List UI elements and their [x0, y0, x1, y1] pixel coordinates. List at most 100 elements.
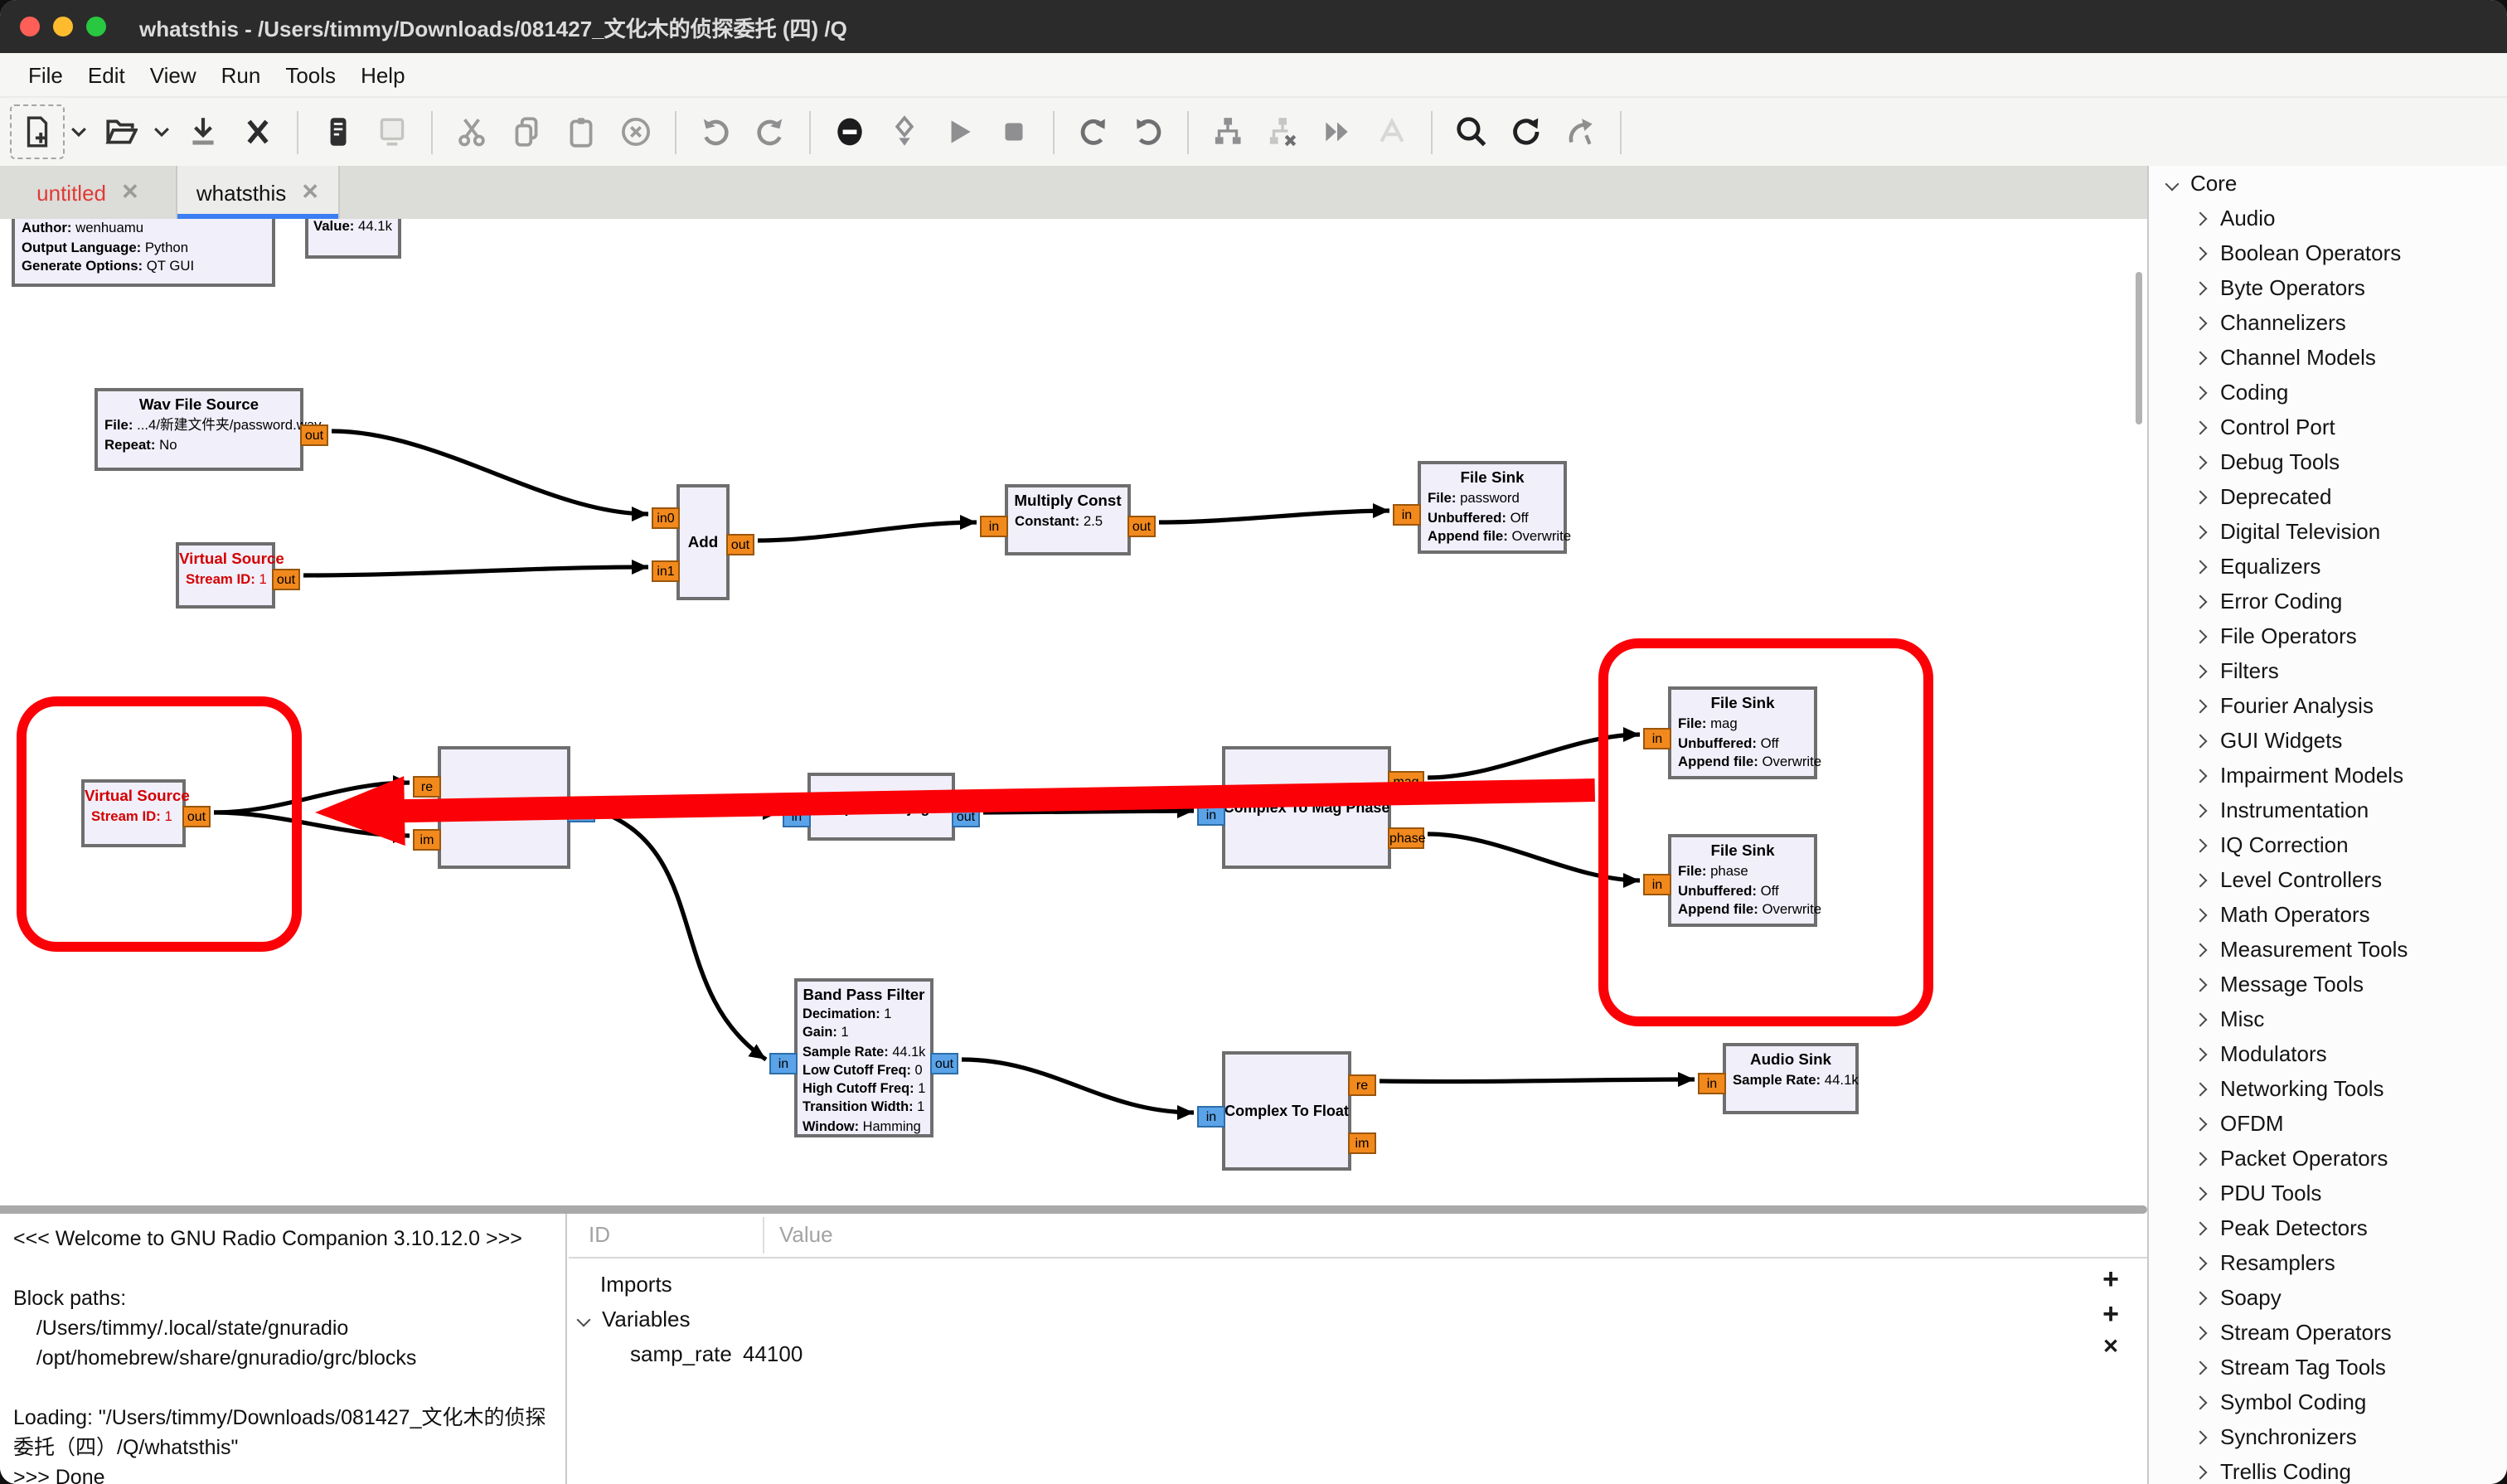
row-imports[interactable]: Imports	[600, 1267, 672, 1302]
menu-edit[interactable]: Edit	[88, 62, 125, 87]
undo-button[interactable]	[688, 104, 743, 159]
sidebar-item[interactable]: Trellis Coding	[2149, 1454, 2507, 1484]
port-in[interactable]: in	[1393, 504, 1421, 526]
chevron-down-icon[interactable]	[577, 1312, 591, 1326]
paste-button[interactable]	[554, 104, 609, 159]
block-band-pass-filter[interactable]: Band Pass Filter Decimation: 1Gain: 1Sam…	[794, 978, 933, 1137]
port-out[interactable]: out	[726, 534, 754, 555]
flowgraph-canvas[interactable]: Author: wenhuamuOutput Language: PythonG…	[0, 219, 2147, 1205]
close-window-button[interactable]	[20, 17, 40, 36]
sidebar-item[interactable]: OFDM	[2149, 1106, 2507, 1141]
screen-capture-button[interactable]	[365, 104, 419, 159]
sidebar-item[interactable]: Channelizers	[2149, 305, 2507, 340]
auto-arrange-button[interactable]	[1365, 104, 1419, 159]
sidebar-item[interactable]: Equalizers	[2149, 549, 2507, 584]
port-phase[interactable]: phase	[1388, 827, 1424, 849]
sidebar-item[interactable]: Boolean Operators	[2149, 235, 2507, 270]
add-import-button[interactable]: +	[2096, 1263, 2126, 1297]
block-virtual-source-1[interactable]: Virtual Source Stream ID: 1 out	[176, 542, 275, 609]
tab-untitled[interactable]: untitled ✕	[0, 166, 177, 219]
redo-button[interactable]	[743, 104, 798, 159]
block-complex-to-float[interactable]: Complex To Float in re im	[1222, 1051, 1351, 1171]
remove-variable-button[interactable]: ✕	[2096, 1335, 2126, 1358]
row-samp-rate[interactable]: samp_rate 44100	[630, 1336, 732, 1371]
save-flowgraph-button[interactable]	[176, 104, 230, 159]
open-flowgraph-button[interactable]	[93, 104, 148, 159]
sidebar-item[interactable]: Message Tools	[2149, 967, 2507, 1001]
rotate-ccw-button[interactable]	[1066, 104, 1121, 159]
port-in[interactable]: in	[1197, 1106, 1225, 1128]
menu-view[interactable]: View	[150, 62, 196, 87]
zoom-window-button[interactable]	[86, 17, 106, 36]
sidebar-item[interactable]: PDU Tools	[2149, 1176, 2507, 1210]
port-out[interactable]: out	[272, 569, 300, 590]
delete-button[interactable]	[609, 104, 663, 159]
sidebar-item[interactable]: Soapy	[2149, 1280, 2507, 1315]
tab-whatsthis[interactable]: whatsthis ✕	[177, 166, 340, 219]
close-flowgraph-button[interactable]	[230, 104, 285, 159]
port-re[interactable]: re	[1348, 1074, 1376, 1096]
find-block-button[interactable]	[1444, 104, 1499, 159]
sidebar-item[interactable]: Coding	[2149, 375, 2507, 410]
block-file-sink-password[interactable]: File Sink File: passwordUnbuffered: OffA…	[1418, 461, 1567, 554]
port-in0[interactable]: in0	[652, 507, 680, 529]
kill-flowgraph-button[interactable]	[987, 104, 1041, 159]
sidebar-item[interactable]: Digital Television	[2149, 514, 2507, 549]
sidebar-item[interactable]: Math Operators	[2149, 897, 2507, 932]
row-variables[interactable]: Variables	[579, 1302, 690, 1336]
menu-run[interactable]: Run	[221, 62, 261, 87]
sidebar-item[interactable]: Stream Operators	[2149, 1315, 2507, 1350]
create-hier-block-button[interactable]	[1200, 104, 1255, 159]
block-add[interactable]: Add in0 in1 out	[676, 484, 730, 600]
sidebar-item[interactable]: Synchronizers	[2149, 1419, 2507, 1454]
new-dropdown-chevron-icon[interactable]	[65, 104, 93, 159]
reload-blocks-button[interactable]	[1499, 104, 1554, 159]
copy-button[interactable]	[499, 104, 554, 159]
sidebar-item[interactable]: Peak Detectors	[2149, 1210, 2507, 1245]
sidebar-item[interactable]: Instrumentation	[2149, 793, 2507, 827]
flowgraph-properties-button[interactable]	[877, 104, 932, 159]
sidebar-item[interactable]: File Operators	[2149, 618, 2507, 653]
port-out[interactable]: out	[1127, 516, 1156, 537]
menu-help[interactable]: Help	[361, 62, 405, 87]
sidebar-item[interactable]: Resamplers	[2149, 1245, 2507, 1280]
sidebar-item[interactable]: Audio	[2149, 201, 2507, 235]
block-options[interactable]: Author: wenhuamuOutput Language: PythonG…	[12, 219, 275, 287]
port-im[interactable]: im	[1348, 1132, 1376, 1154]
sidebar-item[interactable]: Level Controllers	[2149, 862, 2507, 897]
menu-file[interactable]: File	[28, 62, 63, 87]
fast-forward-button[interactable]	[1310, 104, 1365, 159]
sidebar-item[interactable]: Packet Operators	[2149, 1141, 2507, 1176]
sidebar-item[interactable]: Control Port	[2149, 410, 2507, 444]
panel-splitter[interactable]	[0, 1205, 2147, 1214]
print-flowgraph-button[interactable]	[310, 104, 365, 159]
cut-button[interactable]	[444, 104, 499, 159]
open-hier-block-button[interactable]	[1255, 104, 1310, 159]
sidebar-item[interactable]: Error Coding	[2149, 584, 2507, 618]
block-audio-sink[interactable]: Audio Sink Sample Rate: 44.1k in	[1723, 1043, 1859, 1114]
sidebar-item-core[interactable]: Core	[2149, 166, 2507, 201]
sidebar-item[interactable]: Channel Models	[2149, 340, 2507, 375]
sidebar-item[interactable]: Filters	[2149, 653, 2507, 688]
sidebar-item[interactable]: Misc	[2149, 1001, 2507, 1036]
sidebar-item[interactable]: Modulators	[2149, 1036, 2507, 1071]
close-tab-icon[interactable]: ✕	[121, 179, 139, 206]
rotate-cw-button[interactable]	[1121, 104, 1176, 159]
sidebar-item[interactable]: Impairment Models	[2149, 758, 2507, 793]
sidebar-item[interactable]: Fourier Analysis	[2149, 688, 2507, 723]
parser-errors-button[interactable]	[1554, 104, 1608, 159]
sidebar-item[interactable]: Byte Operators	[2149, 270, 2507, 305]
block-wav-file-source[interactable]: Wav File Source File: ...4/新建文件夹/passwor…	[95, 388, 303, 471]
port-in[interactable]: in	[980, 516, 1008, 537]
sidebar-item[interactable]: IQ Correction	[2149, 827, 2507, 862]
minimize-window-button[interactable]	[53, 17, 73, 36]
port-in[interactable]: in	[769, 1053, 798, 1074]
port-out[interactable]: out	[930, 1053, 958, 1074]
sidebar-item[interactable]: Measurement Tools	[2149, 932, 2507, 967]
view-errors-button[interactable]	[822, 104, 877, 159]
sidebar-item[interactable]: Stream Tag Tools	[2149, 1350, 2507, 1385]
sidebar-item[interactable]: Debug Tools	[2149, 444, 2507, 479]
canvas-vertical-scrollbar[interactable]	[2136, 272, 2142, 424]
sidebar-item[interactable]: Deprecated	[2149, 479, 2507, 514]
port-in[interactable]: in	[1698, 1073, 1726, 1094]
